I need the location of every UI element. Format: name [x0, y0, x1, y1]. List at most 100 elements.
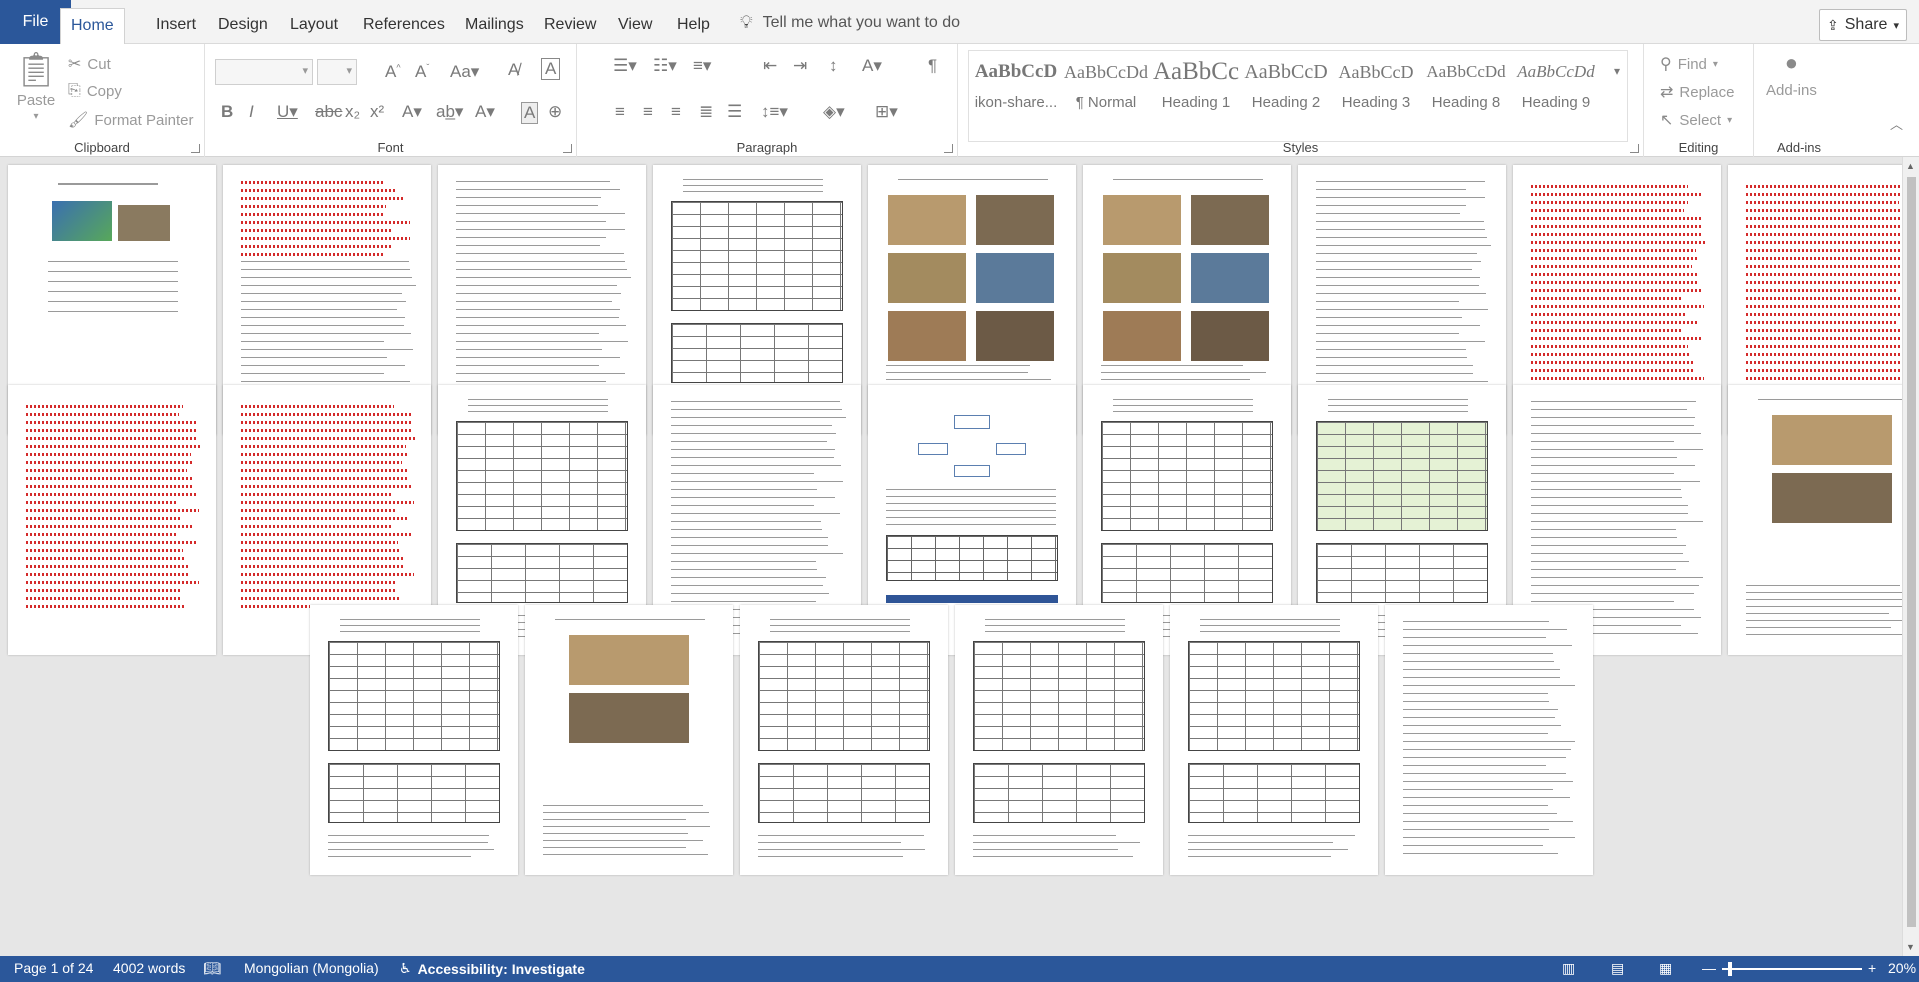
text-line [1531, 585, 1700, 586]
style-heading-1[interactable]: AaBbCc Heading 1 [1152, 52, 1240, 140]
page-thumbnail[interactable] [740, 605, 948, 875]
tab-review[interactable]: Review [534, 10, 606, 44]
print-layout-icon[interactable]: ▤ [1611, 960, 1624, 977]
clear-formatting-icon[interactable]: A̸ [508, 60, 519, 80]
superscript-icon[interactable]: x² [370, 102, 384, 122]
zoom-slider[interactable] [1722, 968, 1862, 970]
font-color-icon[interactable]: A▾ [475, 102, 495, 122]
multilevel-list-icon[interactable]: ≡▾ [693, 56, 711, 76]
font-launcher-icon[interactable] [563, 144, 572, 153]
select-button[interactable]: ↖ Select ▾ [1660, 110, 1732, 130]
copy-button[interactable]: ⎘ Copy [68, 82, 122, 100]
bullets-icon[interactable]: ☰▾ [613, 56, 637, 76]
text-effects-icon[interactable]: A [541, 58, 561, 80]
tab-layout[interactable]: Layout [280, 10, 348, 44]
subscript-icon[interactable]: x₂ [345, 102, 360, 122]
accessibility-checker[interactable]: ♿︎ Accessibility: Investigate [399, 960, 585, 977]
replace-button[interactable]: ⇄ Replace [1660, 82, 1734, 102]
document-canvas[interactable] [0, 157, 1902, 956]
spelling-underline [1531, 337, 1702, 340]
style-heading-3[interactable]: AaBbCcD Heading 3 [1332, 52, 1420, 140]
change-case-icon[interactable]: Aa▾ [450, 62, 479, 82]
cut-button[interactable]: ✂ Cut [68, 54, 111, 74]
clipboard-launcher-icon[interactable] [191, 144, 200, 153]
grow-font-icon[interactable]: A^ [385, 62, 401, 82]
show-formatting-icon[interactable]: ¶ [928, 56, 937, 76]
scroll-down-icon[interactable]: ▼ [1906, 942, 1915, 952]
zoom-slider-thumb[interactable] [1728, 962, 1732, 976]
strikethrough-icon[interactable]: abc [315, 102, 342, 122]
bold-icon[interactable]: B [221, 102, 233, 122]
shading-icon[interactable]: ◈▾ [823, 102, 845, 122]
text-line [973, 856, 1134, 857]
tab-mailings[interactable]: Mailings [455, 10, 534, 44]
asian-layout-icon[interactable]: A▾ [862, 56, 882, 76]
spelling-underline [1531, 241, 1706, 244]
style-ikon-share[interactable]: AaBbCcD ikon-share... [972, 52, 1060, 140]
decrease-indent-icon[interactable]: ⇤ [763, 56, 777, 76]
scroll-up-icon[interactable]: ▲ [1906, 161, 1915, 171]
tab-view[interactable]: View [608, 10, 662, 44]
share-button[interactable]: ⇪ Share ▾ [1819, 9, 1907, 41]
italic-icon[interactable]: I [249, 102, 254, 122]
page-thumbnail[interactable] [1385, 605, 1593, 875]
text-line [1113, 405, 1253, 406]
font-size-combo[interactable] [317, 59, 357, 85]
line-spacing-icon[interactable]: ↕≡▾ [761, 102, 788, 122]
page-image [888, 195, 966, 245]
proofing-icon[interactable]: 📖︎ [203, 960, 221, 977]
align-right-icon[interactable]: ≡ [671, 102, 681, 122]
font-name-combo[interactable] [215, 59, 313, 85]
numbering-icon[interactable]: ☷▾ [653, 56, 677, 76]
text-effect-icon[interactable]: A▾ [402, 102, 422, 122]
enclose-characters-icon[interactable]: ⊕ [548, 102, 562, 122]
align-center-icon[interactable]: ≡ [643, 102, 653, 122]
tab-references[interactable]: References [353, 10, 455, 44]
justify-icon[interactable]: ≣ [699, 102, 713, 122]
underline-icon[interactable]: U▾ [277, 102, 298, 122]
text-line [456, 381, 606, 382]
style-heading-2[interactable]: AaBbCcD Heading 2 [1242, 52, 1330, 140]
word-count[interactable]: 4002 words [113, 960, 185, 976]
web-layout-icon[interactable]: ▦ [1659, 960, 1672, 977]
zoom-out-button[interactable]: — [1702, 960, 1716, 976]
page-thumbnail[interactable] [1170, 605, 1378, 875]
tab-design[interactable]: Design [208, 10, 278, 44]
page-thumbnail[interactable] [310, 605, 518, 875]
read-mode-icon[interactable]: ▥ [1562, 960, 1575, 977]
shrink-font-icon[interactable]: Aˇ [415, 62, 429, 82]
zoom-in-button[interactable]: + [1868, 960, 1876, 976]
character-shading-icon[interactable]: A [521, 102, 539, 124]
page-thumbnail[interactable] [8, 385, 216, 655]
text-line [241, 349, 413, 350]
addins-button[interactable]: ● Add-ins [1766, 50, 1817, 99]
language-indicator[interactable]: Mongolian (Mongolia) [244, 960, 379, 976]
collapse-ribbon-icon[interactable]: ︿ [1890, 114, 1903, 133]
tell-me-search[interactable]: 💡︎ Tell me what you want to do [740, 12, 960, 33]
distributed-icon[interactable]: ☰ [727, 102, 742, 122]
tab-insert[interactable]: Insert [146, 10, 206, 44]
page-indicator[interactable]: Page 1 of 24 [14, 960, 93, 976]
styles-launcher-icon[interactable] [1630, 144, 1639, 153]
format-painter-button[interactable]: 🖌︎ Format Painter [68, 110, 194, 130]
tab-home[interactable]: Home [60, 8, 125, 45]
tab-help[interactable]: Help [667, 10, 720, 44]
align-left-icon[interactable]: ≡ [615, 102, 625, 122]
paste-button[interactable]: 📋︎ Paste ▾ [14, 50, 57, 122]
page-thumbnail[interactable] [955, 605, 1163, 875]
borders-icon[interactable]: ⊞▾ [875, 102, 898, 122]
page-thumbnail[interactable] [1728, 385, 1902, 655]
increase-indent-icon[interactable]: ⇥ [793, 56, 807, 76]
zoom-level[interactable]: 20% [1888, 960, 1916, 976]
sort-icon[interactable]: ↕ [829, 56, 838, 76]
highlight-icon[interactable]: ab̲▾ [436, 102, 463, 122]
paragraph-launcher-icon[interactable] [944, 144, 953, 153]
styles-more-icon[interactable]: ▾ [1614, 64, 1620, 78]
style-normal[interactable]: AaBbCcDd ¶ Normal [1062, 52, 1150, 140]
find-button[interactable]: ⚲ Find ▾ [1660, 54, 1718, 74]
style-heading-9[interactable]: AaBbCcDd Heading 9 [1512, 52, 1600, 140]
style-heading-8[interactable]: AaBbCcDd Heading 8 [1422, 52, 1510, 140]
scroll-thumb[interactable] [1907, 177, 1916, 927]
page-thumbnail[interactable] [525, 605, 733, 875]
vertical-scrollbar[interactable]: ▲ ▼ [1902, 157, 1919, 956]
